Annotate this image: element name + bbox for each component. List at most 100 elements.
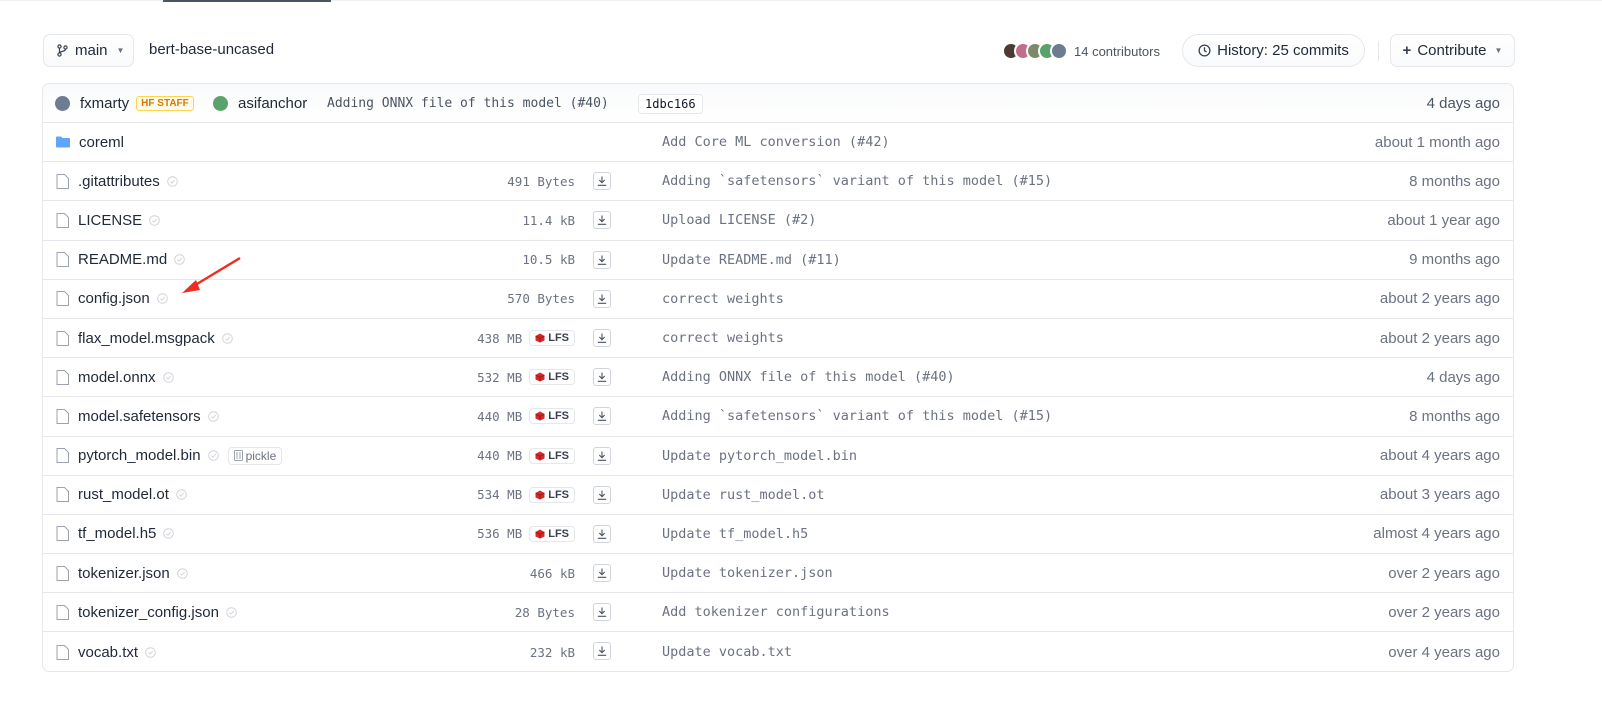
contribute-button[interactable]: + Contribute ▼ — [1390, 34, 1515, 67]
commit-message-link[interactable]: Update vocab.txt — [662, 632, 792, 671]
file-row: .gitattributes 491 Bytes Adding `safetenso… — [43, 162, 1513, 202]
commit-message-link[interactable]: Add tokenizer configurations — [662, 593, 890, 631]
file-size-box: 28 Bytes — [515, 593, 575, 631]
commit-message-link[interactable]: Update tf_model.h5 — [662, 515, 808, 553]
download-icon — [597, 646, 607, 657]
file-name-link[interactable]: config.json — [56, 280, 168, 318]
history-button[interactable]: History: 25 commits — [1182, 34, 1365, 67]
last-modified: about 3 years ago — [1379, 486, 1500, 504]
lfs-label: LFS — [548, 332, 569, 345]
file-size: 534 MB — [477, 487, 523, 503]
download-button[interactable] — [593, 642, 611, 661]
file-name-link[interactable]: model.onnx — [56, 358, 174, 396]
last-modified: over 2 years ago — [1388, 603, 1500, 621]
commit-hash[interactable]: 1dbc166 — [638, 84, 703, 123]
safe-check-icon — [221, 332, 233, 344]
file-size: 532 MB — [477, 369, 523, 385]
safe-check-icon — [156, 293, 168, 305]
branch-label: main — [75, 42, 108, 59]
commit-date: 4 days ago — [1426, 95, 1500, 112]
commit-author-1[interactable]: fxmarty HF STAFF — [55, 84, 194, 123]
lfs-badge[interactable]: LFS — [529, 330, 575, 347]
commit-message-link[interactable]: correct weights — [662, 280, 784, 318]
file-name-link[interactable]: tokenizer_config.json — [56, 593, 237, 631]
last-modified: 8 months ago — [1409, 407, 1500, 425]
download-button[interactable] — [593, 211, 611, 230]
commit-message-link[interactable]: Update tokenizer.json — [662, 554, 833, 592]
file-size: 536 MB — [477, 526, 523, 542]
download-button[interactable] — [593, 603, 611, 622]
safe-check-icon — [149, 215, 161, 226]
file-name-link[interactable]: README.md — [56, 241, 185, 279]
safe-check-icon — [207, 450, 219, 461]
download-button[interactable] — [593, 524, 611, 543]
repo-toolbar: main ▼ bert-base-uncased 14 contributors… — [43, 34, 1515, 67]
download-icon — [597, 607, 607, 618]
download-button[interactable] — [593, 328, 611, 347]
file-name-link[interactable]: tf_model.h5 — [56, 515, 175, 553]
file-name-link[interactable]: LICENSE — [56, 201, 161, 239]
file-size: 10.5 kB — [522, 252, 575, 268]
download-icon — [597, 568, 607, 578]
download-icon — [597, 255, 607, 265]
download-button[interactable] — [593, 289, 611, 308]
download-button[interactable] — [593, 250, 611, 269]
commit-author-2[interactable]: asifanchor — [213, 84, 307, 123]
file-name-link[interactable]: rust_model.ot — [56, 476, 187, 514]
download-button[interactable] — [593, 368, 611, 387]
download-button[interactable] — [593, 172, 611, 191]
history-label: History: 25 commits — [1217, 42, 1349, 59]
file-name-link[interactable]: tokenizer.json — [56, 554, 188, 592]
file-icon — [56, 369, 69, 385]
lfs-badge[interactable]: LFS — [529, 486, 575, 503]
commit-message-link[interactable]: Update rust_model.ot — [662, 476, 825, 514]
contribute-label: Contribute — [1417, 42, 1487, 59]
commit-message-link[interactable]: Update pytorch_model.bin — [662, 437, 857, 475]
file-size-box: 438 MB LFS — [477, 319, 575, 357]
commit-message-link[interactable]: Adding `safetensors` variant of this mod… — [662, 397, 1052, 435]
last-modified: about 2 years ago — [1379, 329, 1500, 347]
file-size: 28 Bytes — [514, 604, 575, 620]
file-row: vocab.txt 232 kB Update vocab.txt over 4 ye… — [43, 632, 1513, 671]
file-name-link[interactable]: coreml — [56, 123, 124, 161]
safe-check-icon — [174, 254, 185, 265]
file-size: 440 MB — [477, 408, 523, 424]
download-icon — [597, 372, 607, 382]
branch-icon — [57, 44, 68, 57]
file-row: flax_model.msgpack 438 MB LFS correct weigh… — [43, 319, 1513, 359]
lfs-badge[interactable]: LFS — [529, 369, 575, 386]
file-row: config.json 570 Bytes correct weights about… — [43, 280, 1513, 319]
chevron-down-icon: ▼ — [116, 46, 125, 55]
last-modified: 8 months ago — [1409, 172, 1500, 190]
commit-message-link[interactable]: correct weights — [662, 319, 784, 357]
commit-message-link[interactable]: Upload LICENSE (#2) — [662, 201, 816, 239]
safe-check-icon — [162, 371, 174, 383]
download-button[interactable] — [593, 564, 611, 583]
commit-message[interactable]: Adding ONNX file of this model (#40) — [327, 84, 609, 123]
file-name-link[interactable]: pytorch_model.bin pickle — [56, 437, 283, 475]
file-name: README.md — [78, 251, 168, 269]
download-button[interactable] — [593, 446, 611, 465]
lfs-badge[interactable]: LFS — [529, 408, 575, 425]
file-name-link[interactable]: model.safetensors — [56, 397, 219, 435]
file-row: pytorch_model.bin pickle 440 MB LFS Update p… — [43, 437, 1513, 476]
commit-message-link[interactable]: Add Core ML conversion (#42) — [662, 123, 890, 161]
commit-message-link[interactable]: Update README.md (#11) — [662, 241, 841, 279]
download-button[interactable] — [593, 485, 611, 504]
file-icon — [56, 565, 69, 581]
file-name-link[interactable]: .gitattributes — [56, 162, 178, 200]
commit-message-link[interactable]: Adding ONNX file of this model (#40) — [662, 358, 955, 396]
branch-selector[interactable]: main ▼ — [43, 34, 134, 67]
file-name-link[interactable]: flax_model.msgpack — [56, 319, 233, 357]
plus-icon: + — [1402, 42, 1412, 59]
contributors-link[interactable]: 14 contributors — [1002, 40, 1160, 62]
pickle-badge[interactable]: pickle — [227, 446, 283, 465]
download-button[interactable] — [593, 407, 611, 426]
repo-path[interactable]: bert-base-uncased — [149, 41, 274, 58]
commit-message-link[interactable]: Adding `safetensors` variant of this mod… — [662, 162, 1052, 200]
lfs-badge[interactable]: LFS — [529, 525, 575, 542]
file-name: coreml — [79, 133, 125, 151]
file-name-link[interactable]: vocab.txt — [56, 632, 156, 671]
lfs-badge[interactable]: LFS — [529, 447, 575, 464]
lfs-label: LFS — [548, 371, 569, 384]
